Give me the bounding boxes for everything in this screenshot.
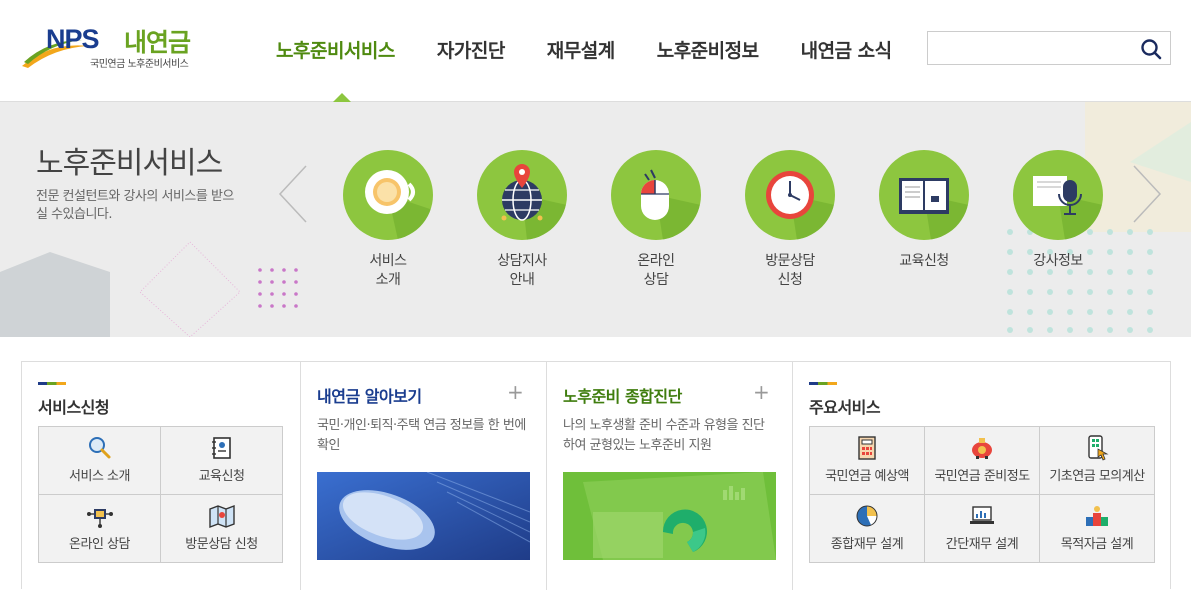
purpose-fund-link[interactable]: 목적자금 설계	[1040, 495, 1155, 563]
main-navigation: 노후준비서비스 자가진단 재무설계 노후준비정보 내연금 소식	[276, 36, 934, 64]
next-arrow-icon[interactable]	[1130, 162, 1164, 226]
branch-info-label: 상담지사 안내	[497, 253, 547, 288]
bottom-panels: 서비스신청 서비스 소개 교육신청 온라인 상담 방문상담 신청 내연금 알아보…	[21, 361, 1171, 590]
service-intro-label: 서비스 소개	[369, 253, 407, 288]
main-services-grid: 국민연금 예상액 국민연금 준비정도 기초연금 모의계산 종합재무 설계 간단재…	[809, 426, 1155, 563]
my-pension-image	[317, 472, 530, 560]
title-bar-mark	[38, 382, 66, 385]
banner-title: 노후준비서비스	[36, 146, 223, 181]
my-pension-panel[interactable]: 내연금 알아보기 + 국민·개인·퇴직·주택 연금 정보를 한 번에 확인	[300, 362, 546, 590]
diagnosis-more-icon[interactable]: +	[753, 380, 770, 404]
education-apply-item[interactable]: 교육신청	[857, 150, 991, 271]
banner-description: 전문 컨설턴트와 강사의 서비스를 받으실 수있습니다.	[36, 189, 234, 222]
service-apply-grid: 서비스 소개 교육신청 온라인 상담 방문상담 신청	[38, 426, 283, 563]
nps-logo[interactable]: NPS 내연금 국민연금 노후준비서비스	[20, 22, 210, 74]
service-intro-item[interactable]: 서비스 소개	[321, 150, 455, 290]
branch-info-item[interactable]: 상담지사 안내	[455, 150, 589, 290]
laptop-chart-icon	[970, 506, 994, 524]
title-bar-mark	[809, 382, 837, 385]
logo-subtitle: 국민연금 노후준비서비스	[90, 59, 189, 70]
diagnosis-image	[563, 472, 776, 560]
logo-brand-text: 내연금	[124, 28, 191, 57]
basic-pension-calc-link[interactable]: 기초연금 모의계산	[1040, 427, 1155, 495]
my-pension-more-icon[interactable]: +	[507, 380, 524, 404]
active-nav-indicator	[333, 93, 351, 102]
visit-consult-item[interactable]: 방문상담 신청	[723, 150, 857, 290]
map-icon	[208, 504, 235, 529]
search-box	[927, 31, 1171, 65]
nav-financial-planning[interactable]: 재무설계	[547, 36, 615, 64]
piggy-bank-icon	[972, 438, 992, 459]
previous-arrow-icon[interactable]	[276, 162, 310, 226]
search-input[interactable]	[932, 36, 1132, 60]
visit-consult-link[interactable]: 방문상담 신청	[161, 495, 283, 563]
instructor-info-item[interactable]: 강사정보	[991, 150, 1125, 271]
book-icon	[879, 150, 969, 240]
nav-retirement-info[interactable]: 노후준비정보	[657, 36, 759, 64]
service-apply-title: 서비스신청	[38, 398, 110, 417]
nav-news[interactable]: 내연금 소식	[801, 36, 893, 64]
visit-consult-link-label: 방문상담 신청	[185, 537, 258, 552]
online-consult-label: 온라인 상담	[637, 253, 675, 288]
mouse-icon	[611, 150, 701, 240]
simple-plan-link[interactable]: 간단재무 설계	[925, 495, 1040, 563]
logo-nps-text: NPS	[46, 24, 100, 54]
pension-readiness-label: 국민연금 준비정도	[934, 469, 1030, 484]
globe-location-icon	[477, 150, 567, 240]
service-apply-panel: 서비스신청 서비스 소개 교육신청 온라인 상담 방문상담 신청	[22, 362, 300, 590]
nav-retirement-services[interactable]: 노후준비서비스	[276, 36, 395, 64]
my-pension-title: 내연금 알아보기	[317, 387, 422, 406]
diagnosis-description: 나의 노후생활 준비 수준과 유형을 진단하여 균형있는 노후준비 지원	[563, 418, 765, 453]
network-icon	[86, 509, 113, 528]
online-consult-link[interactable]: 온라인 상담	[39, 495, 161, 563]
bags-icon	[1086, 506, 1108, 526]
diagnosis-title: 노후준비 종합진단	[563, 387, 682, 406]
basic-pension-calc-label: 기초연금 모의계산	[1049, 469, 1145, 484]
pension-readiness-link[interactable]: 국민연금 준비정도	[925, 427, 1040, 495]
pension-estimate-link[interactable]: 국민연금 예상액	[810, 427, 925, 495]
pie-chart-icon	[856, 505, 878, 527]
calculator-icon	[858, 436, 876, 460]
magnifier-icon	[88, 437, 110, 459]
online-consult-item[interactable]: 온라인 상담	[589, 150, 723, 290]
education-apply-link[interactable]: 교육신청	[161, 427, 283, 495]
diagnosis-panel[interactable]: 노후준비 종합진단 + 나의 노후생활 준비 수준과 유형을 진단하여 균형있는…	[546, 362, 792, 590]
services-banner: 노후준비서비스 전문 컨설턴트와 강사의 서비스를 받으실 수있습니다. 서비스…	[0, 102, 1191, 337]
service-intro-link[interactable]: 서비스 소개	[39, 427, 161, 495]
coffee-cup-icon	[343, 150, 433, 240]
main-services-title: 주요서비스	[809, 398, 881, 417]
phone-touch-icon	[1088, 435, 1109, 461]
simple-plan-label: 간단재무 설계	[945, 537, 1019, 552]
nav-self-diagnosis[interactable]: 자가진단	[437, 36, 505, 64]
instructor-info-label: 강사정보	[1033, 253, 1083, 269]
pension-estimate-label: 국민연금 예상액	[825, 469, 909, 484]
site-header: NPS 내연금 국민연금 노후준비서비스 노후준비서비스 자가진단 재무설계 노…	[0, 0, 1191, 102]
online-consult-link-label: 온라인 상담	[69, 537, 130, 552]
comprehensive-plan-label: 종합재무 설계	[830, 537, 904, 552]
main-services-panel: 주요서비스 국민연금 예상액 국민연금 준비정도 기초연금 모의계산 종합재무 …	[792, 362, 1170, 590]
comprehensive-plan-link[interactable]: 종합재무 설계	[810, 495, 925, 563]
purpose-fund-label: 목적자금 설계	[1060, 537, 1134, 552]
microphone-icon	[1013, 150, 1103, 240]
education-apply-label: 교육신청	[899, 253, 949, 269]
clock-icon	[745, 150, 835, 240]
service-intro-link-label: 서비스 소개	[69, 469, 130, 484]
notebook-icon	[211, 437, 231, 459]
visit-consult-label: 방문상담 신청	[765, 253, 815, 288]
search-icon[interactable]	[1140, 38, 1162, 60]
my-pension-description: 국민·개인·퇴직·주택 연금 정보를 한 번에 확인	[317, 418, 526, 453]
education-apply-link-label: 교육신청	[198, 469, 245, 484]
